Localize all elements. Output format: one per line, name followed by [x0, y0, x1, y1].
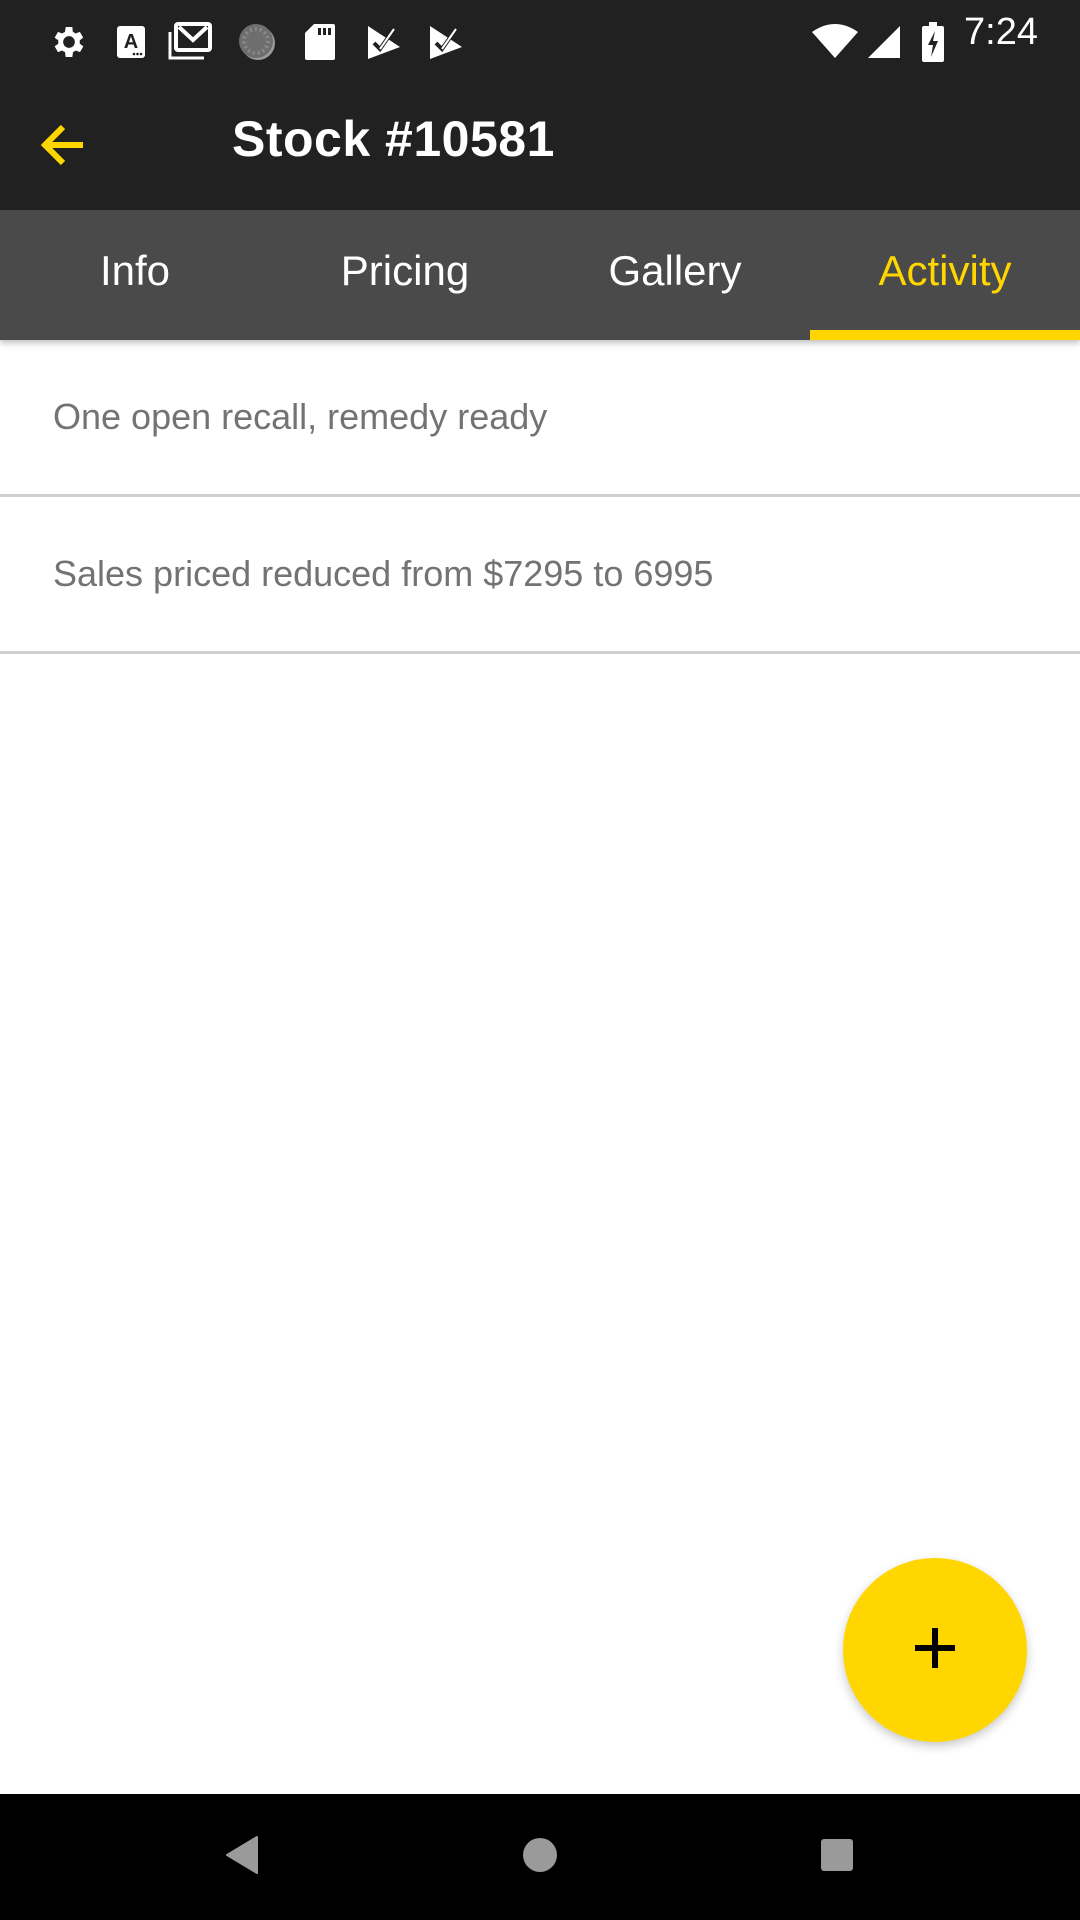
arrow-back-icon — [39, 121, 87, 174]
tab-activity[interactable]: Activity — [810, 210, 1080, 340]
accessibility-a-icon: A — [114, 0, 148, 84]
settings-icon — [46, 0, 92, 84]
sync-progress-icon — [236, 0, 278, 84]
home-circle-icon — [521, 1836, 559, 1879]
gmail-icon — [166, 0, 214, 84]
page-title: Stock #10581 — [232, 111, 555, 167]
recents-square-icon — [819, 1837, 855, 1878]
tab-bar: Info Pricing Gallery Activity — [0, 210, 1080, 340]
plus-icon — [913, 1626, 957, 1675]
list-item[interactable]: One open recall, remedy ready — [0, 340, 1080, 497]
status-bar: A 7:24 — [0, 0, 1080, 84]
back-triangle-icon — [225, 1835, 259, 1880]
back-button[interactable] — [20, 104, 106, 190]
tab-label: Info — [99, 247, 171, 294]
clock: 7:24 — [964, 11, 1038, 53]
list-item[interactable]: Sales priced reduced from $7295 to 6995 — [0, 497, 1080, 654]
cell-signal-icon — [864, 0, 904, 84]
nav-recents-button[interactable] — [777, 1794, 897, 1920]
nav-back-button[interactable] — [182, 1794, 302, 1920]
add-activity-button[interactable] — [843, 1558, 1027, 1742]
wifi-icon — [810, 0, 860, 84]
battery-charging-icon — [918, 0, 948, 84]
activity-text: One open recall, remedy ready — [53, 396, 548, 437]
tab-gallery[interactable]: Gallery — [540, 210, 810, 340]
tab-label: Pricing — [340, 247, 470, 294]
tab-pricing[interactable]: Pricing — [270, 210, 540, 340]
nav-home-button[interactable] — [480, 1794, 600, 1920]
tab-label: Gallery — [608, 247, 742, 294]
activity-text: Sales priced reduced from $7295 to 6995 — [53, 553, 714, 594]
svg-text:A: A — [124, 31, 138, 53]
activity-list: One open recall, remedy ready Sales pric… — [0, 340, 1080, 654]
play-store-check-icon — [364, 0, 404, 84]
active-tab-indicator — [810, 330, 1080, 340]
system-nav-bar — [0, 1794, 1080, 1920]
app-bar: Stock #10581 — [0, 84, 1080, 210]
play-store-check-icon — [426, 0, 466, 84]
tab-label: Activity — [878, 247, 1012, 294]
tab-info[interactable]: Info — [0, 210, 270, 340]
sd-card-icon — [302, 0, 338, 84]
